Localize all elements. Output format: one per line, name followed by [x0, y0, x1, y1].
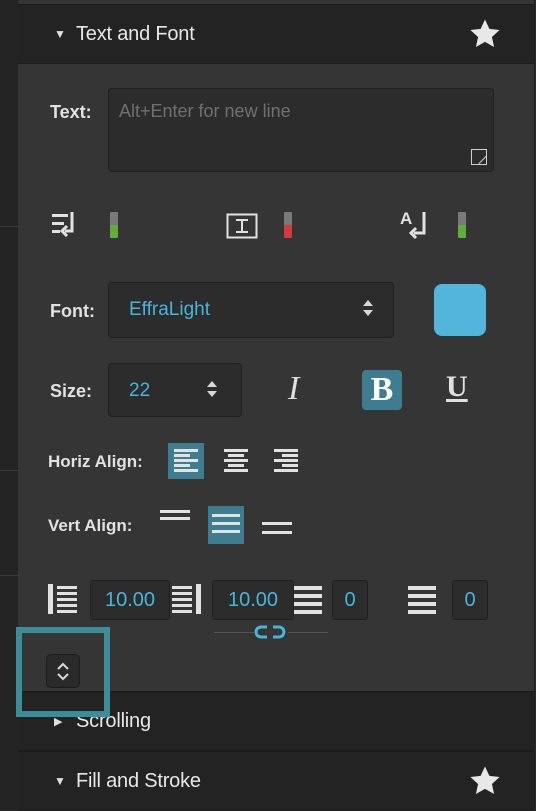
link-icon[interactable] — [254, 624, 286, 640]
valign-middle-icon — [212, 514, 240, 536]
svg-text:A: A — [400, 209, 412, 228]
auto-fit-icon[interactable]: A — [400, 208, 430, 240]
block-spacing-icon — [408, 586, 436, 614]
link-line — [214, 632, 254, 633]
highlight-frame — [16, 627, 110, 717]
italic-button[interactable]: I — [288, 370, 299, 408]
select-arrows-icon — [207, 381, 217, 403]
auto-fit-toggle-indicator[interactable] — [458, 212, 466, 238]
align-left-icon — [174, 449, 198, 473]
vert-align-label: Vert Align: — [48, 516, 133, 535]
select-arrows-icon — [363, 300, 373, 322]
link-line — [288, 632, 328, 633]
divider — [0, 470, 18, 471]
size-label: Size: — [50, 381, 93, 401]
divider — [0, 226, 18, 227]
font-color-swatch[interactable] — [434, 284, 486, 336]
align-center-button[interactable] — [218, 443, 254, 479]
valign-top-button[interactable] — [158, 506, 194, 542]
valign-bottom-button[interactable] — [260, 510, 296, 546]
paragraph-spacing-icon — [294, 586, 322, 614]
section-header-text-and-font[interactable]: ▼ Text and Font — [18, 4, 534, 64]
text-label: Text: — [50, 102, 92, 122]
valign-top-icon — [160, 510, 190, 530]
section-title: Fill and Stroke — [76, 769, 201, 792]
align-right-icon — [274, 449, 298, 473]
text-placeholder: Alt+Enter for new line — [119, 101, 291, 121]
align-left-button[interactable] — [168, 443, 204, 479]
wrap-toggle-indicator[interactable] — [110, 212, 118, 238]
bold-button[interactable]: B — [362, 370, 402, 410]
underline-button[interactable]: U — [446, 370, 468, 404]
char-spacing-icon — [172, 584, 201, 614]
resize-handle-icon[interactable] — [471, 149, 487, 165]
section-header-fill-and-stroke[interactable]: ▼ Fill and Stroke — [18, 751, 534, 811]
font-value: EffraLight — [129, 299, 210, 320]
section-title: Text and Font — [76, 22, 195, 45]
font-label: Font: — [50, 301, 95, 321]
text-box-icon[interactable] — [226, 213, 258, 239]
line-spacing-field[interactable]: 10.00 — [90, 580, 170, 620]
clip-toggle-indicator[interactable] — [284, 212, 292, 238]
spacing-field-3[interactable]: 0 — [332, 580, 368, 620]
star-icon[interactable] — [468, 17, 502, 51]
expanded-arrow-icon: ▼ — [54, 774, 66, 788]
valign-bottom-icon — [262, 522, 292, 542]
wrap-text-icon[interactable] — [50, 210, 78, 240]
divider — [0, 575, 18, 576]
horiz-align-label: Horiz Align: — [48, 452, 143, 471]
expanded-arrow-icon: ▼ — [54, 27, 66, 41]
size-select[interactable]: 22 — [108, 363, 242, 417]
char-spacing-field[interactable]: 10.00 — [212, 580, 294, 620]
line-spacing-icon — [48, 584, 77, 614]
align-right-button[interactable] — [268, 443, 304, 479]
valign-middle-button[interactable] — [208, 506, 244, 544]
align-center-icon — [224, 449, 248, 473]
font-select[interactable]: EffraLight — [108, 282, 394, 338]
spacing-field-4[interactable]: 0 — [452, 580, 488, 620]
star-icon[interactable] — [468, 764, 502, 798]
size-value: 22 — [129, 380, 151, 401]
text-input[interactable]: Alt+Enter for new line — [108, 88, 494, 172]
